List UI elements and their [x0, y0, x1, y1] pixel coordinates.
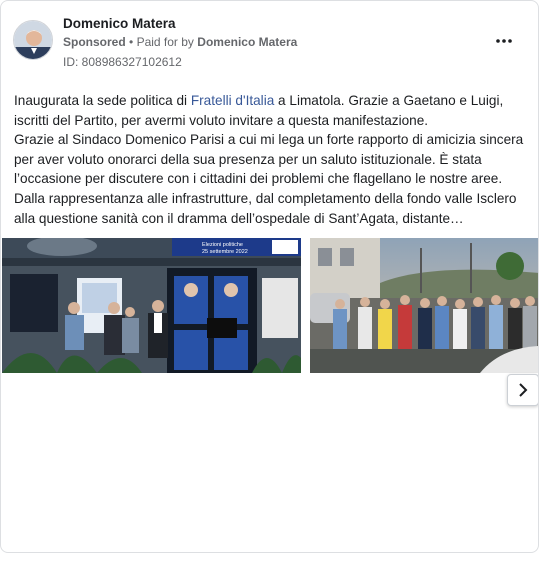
- banner-text: Elezioni politiche: [202, 242, 243, 248]
- ad-image-2[interactable]: [310, 238, 538, 373]
- sponsored-line: Sponsored • Paid for by Domenico Matera: [63, 35, 297, 49]
- body-text-part1: Inaugurata la sede politica di: [14, 93, 191, 108]
- ad-image-1[interactable]: Elezioni politiche 25 settembre 2022: [2, 238, 301, 373]
- more-options-button[interactable]: [492, 29, 516, 53]
- page-name[interactable]: Domenico Matera: [63, 16, 176, 31]
- ad-header: Domenico Matera Sponsored • Paid for by …: [13, 13, 526, 73]
- carousel-next-button[interactable]: [507, 374, 538, 406]
- body-text-part3: Grazie al Sindaco Domenico Parisi a cui …: [14, 132, 524, 226]
- avatar[interactable]: [13, 20, 53, 60]
- chevron-right-icon: [519, 383, 528, 397]
- sponsored-label: Sponsored: [63, 35, 126, 49]
- paid-for-label: Paid for by: [136, 35, 194, 49]
- paid-for-name: Domenico Matera: [197, 35, 298, 49]
- ad-body-text: Inaugurata la sede politica di Fratelli …: [14, 91, 528, 228]
- ad-card: Domenico Matera Sponsored • Paid for by …: [0, 0, 539, 553]
- ad-id: ID: 808986327102612: [63, 55, 182, 69]
- more-horizontal-icon: [496, 39, 512, 43]
- svg-text:25 settembre 2022: 25 settembre 2022: [202, 249, 248, 255]
- party-link[interactable]: Fratelli d'Italia: [191, 93, 274, 108]
- separator: •: [129, 35, 134, 49]
